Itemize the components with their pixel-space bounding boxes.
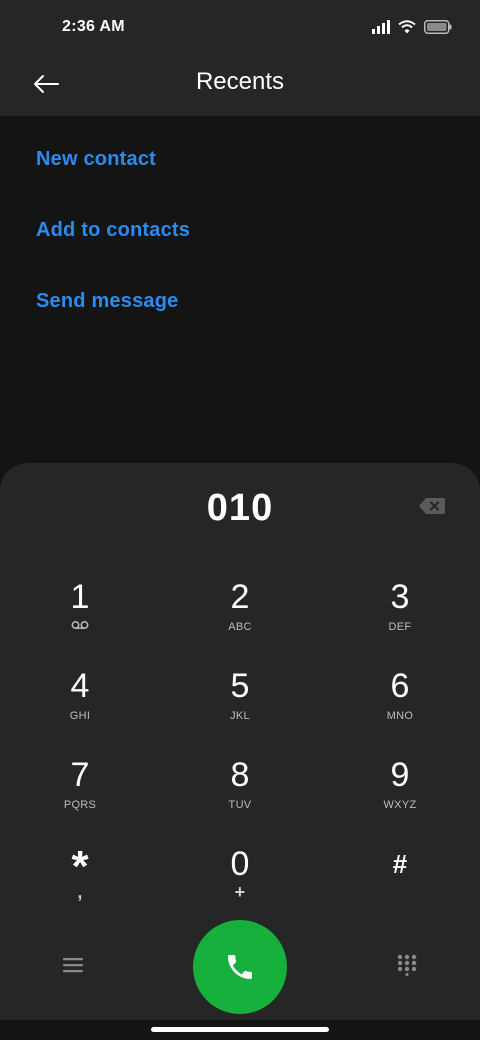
status-time: 2:36 AM bbox=[62, 18, 125, 35]
key-letters: TUV bbox=[228, 799, 252, 811]
key-1[interactable]: 1 bbox=[15, 578, 145, 658]
key-digit: 4 bbox=[70, 667, 90, 705]
page-title: Recents bbox=[195, 68, 285, 95]
signal-icon bbox=[372, 20, 390, 34]
key-digit: 0 bbox=[230, 845, 250, 883]
call-button[interactable] bbox=[193, 920, 287, 1014]
backspace-button[interactable] bbox=[418, 495, 446, 517]
backspace-icon bbox=[419, 498, 445, 514]
key-6[interactable]: 6 MNO bbox=[335, 667, 465, 747]
dialer-sheet: 010 1 2 ABC 3 DEF 4 GHI 5 JKL 6 MNO 7 PQ… bbox=[0, 463, 480, 1023]
key-digit: 2 bbox=[230, 578, 250, 616]
dialed-number: 010 bbox=[206, 487, 274, 529]
key-letters: + bbox=[234, 882, 246, 902]
key-7[interactable]: 7 PQRS bbox=[15, 756, 145, 836]
key-2[interactable]: 2 ABC bbox=[175, 578, 305, 658]
key-0[interactable]: 0 + bbox=[175, 845, 305, 925]
key-star[interactable]: * , bbox=[15, 845, 145, 925]
status-bar: 2:36 AM bbox=[0, 0, 480, 56]
key-digit: 8 bbox=[230, 756, 250, 794]
key-8[interactable]: 8 TUV bbox=[175, 756, 305, 836]
menu-button[interactable] bbox=[53, 945, 93, 985]
key-digit: # bbox=[392, 849, 408, 879]
key-digit: 3 bbox=[390, 578, 410, 616]
battery-icon bbox=[424, 20, 452, 34]
key-digit: 7 bbox=[70, 756, 90, 794]
key-letters: GHI bbox=[69, 710, 91, 722]
dialpad-toggle-button[interactable] bbox=[387, 945, 427, 985]
dialpad-icon bbox=[397, 954, 417, 976]
key-letters: DEF bbox=[388, 621, 412, 633]
phone-icon bbox=[228, 955, 252, 979]
wifi-icon bbox=[398, 20, 416, 34]
send-message-link[interactable]: Send message bbox=[36, 290, 178, 313]
key-letters: , bbox=[77, 882, 83, 902]
app-bar: Recents bbox=[0, 56, 480, 116]
key-5[interactable]: 5 JKL bbox=[175, 667, 305, 747]
key-9[interactable]: 9 WXYZ bbox=[335, 756, 465, 836]
add-to-contacts-link[interactable]: Add to contacts bbox=[36, 219, 190, 242]
new-contact-link[interactable]: New contact bbox=[36, 148, 156, 171]
menu-icon bbox=[63, 958, 83, 973]
key-4[interactable]: 4 GHI bbox=[15, 667, 145, 747]
key-digit: 9 bbox=[390, 756, 410, 794]
key-3[interactable]: 3 DEF bbox=[335, 578, 465, 658]
key-letters: WXYZ bbox=[383, 799, 417, 811]
voicemail-icon bbox=[15, 620, 145, 634]
key-letters: ABC bbox=[228, 621, 252, 633]
key-letters: JKL bbox=[230, 710, 250, 722]
navigation-bar bbox=[0, 1020, 480, 1040]
key-digit: 6 bbox=[390, 667, 410, 705]
home-indicator[interactable] bbox=[151, 1027, 329, 1032]
key-hash[interactable]: # bbox=[335, 845, 465, 925]
key-letters: PQRS bbox=[63, 799, 97, 811]
key-digit: 1 bbox=[70, 578, 90, 616]
status-icons bbox=[372, 18, 452, 36]
key-digit: 5 bbox=[230, 667, 250, 705]
key-letters: MNO bbox=[386, 710, 414, 722]
